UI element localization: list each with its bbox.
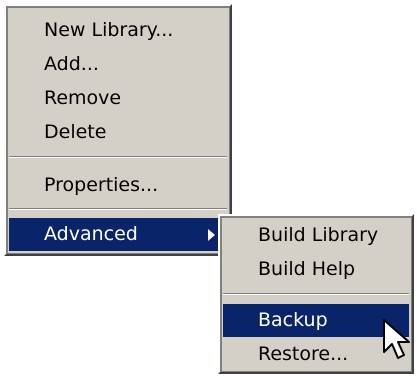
menu-item-build-help[interactable]: Build Help xyxy=(223,253,409,286)
menu-item-properties[interactable]: Properties... xyxy=(9,169,227,202)
menu-item-remove[interactable]: Remove xyxy=(9,82,227,115)
menu-item-new-library[interactable]: New Library... xyxy=(9,14,227,47)
screenshot-stage: New Library... Add... Remove Delete Prop… xyxy=(0,0,417,376)
menu-item-advanced[interactable]: Advanced xyxy=(9,218,227,251)
menu-item-add[interactable]: Add... xyxy=(9,48,227,81)
menu-separator xyxy=(9,208,227,210)
menu-item-advanced-label: Advanced xyxy=(44,223,138,245)
chevron-right-icon xyxy=(208,229,215,241)
menu-separator xyxy=(9,156,227,158)
menu-item-delete[interactable]: Delete xyxy=(9,116,227,149)
mouse-pointer-icon xyxy=(383,319,410,359)
menu-separator xyxy=(223,293,409,295)
menu-item-build-library[interactable]: Build Library xyxy=(223,219,409,252)
context-menu: New Library... Add... Remove Delete Prop… xyxy=(4,4,232,256)
